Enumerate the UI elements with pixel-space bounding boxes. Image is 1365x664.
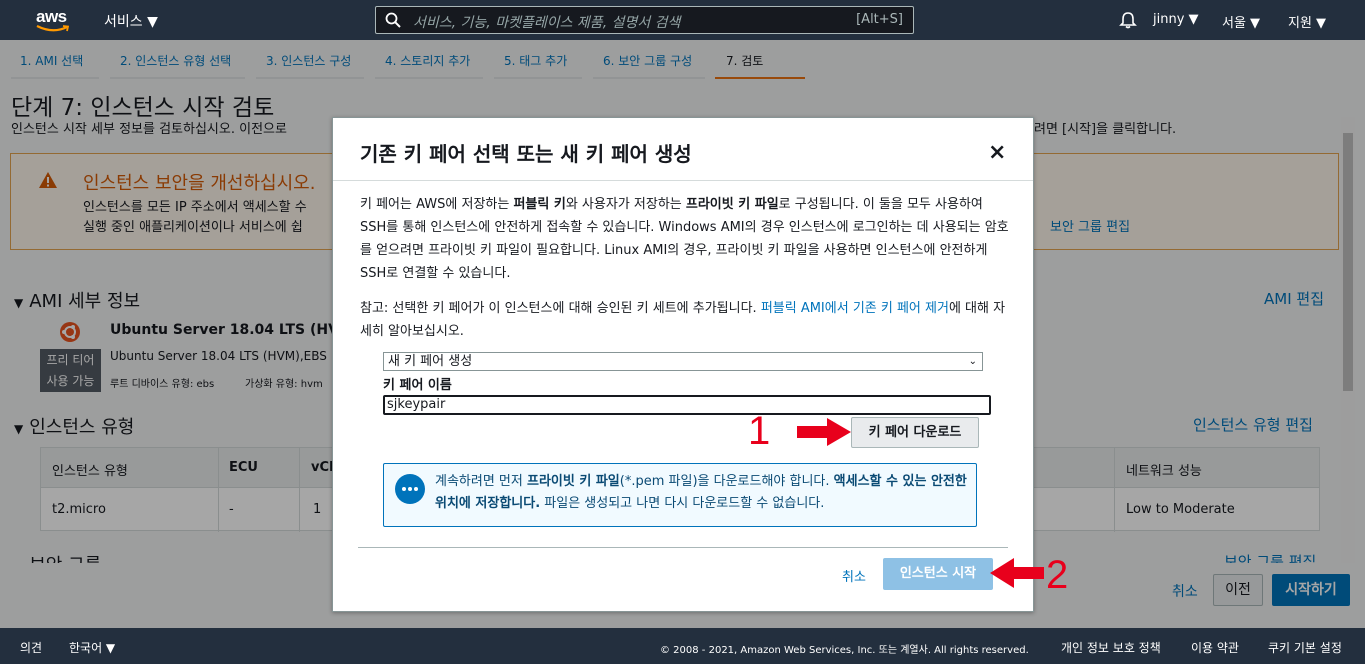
- text-bold: 프라이빗 키 파일: [527, 474, 620, 489]
- key-pair-name-label: 키 페어 이름: [383, 378, 452, 393]
- remove-key-pair-link[interactable]: 퍼블릭 AMI에서 기존 키 페어 제거: [761, 301, 949, 316]
- search-placeholder: 서비스, 기능, 마켓플레이스 제품, 설명서 검색: [413, 15, 681, 31]
- cookie-preferences-link[interactable]: 쿠키 기본 설정: [1268, 639, 1342, 656]
- download-key-pair-button[interactable]: 키 페어 다운로드: [851, 417, 979, 448]
- region-menu[interactable]: 서울 ▼: [1222, 12, 1260, 31]
- bell-icon[interactable]: [1119, 11, 1137, 29]
- footer: 의견 한국어 ▼ © 2008 - 2021, Amazon Web Servi…: [0, 628, 1365, 664]
- annotation-arrow-right-icon: [797, 418, 851, 446]
- chevron-down-icon: ⌄: [968, 356, 977, 367]
- terms-link[interactable]: 이용 약관: [1191, 639, 1239, 656]
- select-value: 새 키 페어 생성: [388, 354, 473, 369]
- text: 파일은 생성되고 나면 다시 다운로드할 수 없습니다.: [540, 496, 825, 511]
- key-pair-description: 키 페어는 AWS에 저장하는 퍼블릭 키와 사용자가 저장하는 프라이빗 키 …: [360, 193, 1010, 285]
- annotation-arrow-left-icon: [990, 558, 1044, 588]
- text: 키 페어는 AWS에 저장하는: [360, 197, 514, 212]
- annotation-number-1: 1: [748, 409, 771, 453]
- dialog-title: 기존 키 페어 선택 또는 새 키 페어 생성: [360, 142, 692, 166]
- divider: [333, 180, 1033, 181]
- key-pair-option-select[interactable]: 새 키 페어 생성 ⌄: [383, 352, 983, 371]
- text: 참고: 선택한 키 페어가 이 인스턴스에 대해 승인된 키 세트에 추가됩니다…: [360, 301, 761, 316]
- feedback-link[interactable]: 의견: [20, 639, 42, 656]
- annotation-number-2: 2: [1046, 553, 1069, 597]
- info-chat-icon: [395, 474, 425, 504]
- privacy-link[interactable]: 개인 정보 보호 정책: [1061, 639, 1161, 656]
- info-text: 계속하려면 먼저 프라이빗 키 파일(*.pem 파일)을 다운로드해야 합니다…: [435, 471, 973, 515]
- text: 계속하려면 먼저: [435, 474, 527, 489]
- key-pair-name-input[interactable]: sjkeypair: [383, 395, 991, 415]
- key-pair-note: 참고: 선택한 키 페어가 이 인스턴스에 대해 승인된 키 세트에 추가됩니다…: [360, 297, 1010, 343]
- aws-logo-text: aws: [36, 7, 67, 26]
- text-bold: 프라이빗 키 파일: [685, 197, 779, 212]
- services-menu[interactable]: 서비스 ▼: [104, 11, 158, 31]
- text: 와 사용자가 저장하는: [565, 197, 686, 212]
- top-navigation: aws 서비스 ▼ 서비스, 기능, 마켓플레이스 제품, 설명서 검색 [Al…: [0, 0, 1365, 40]
- search-icon: [385, 12, 401, 28]
- divider: [358, 547, 1008, 548]
- aws-logo[interactable]: aws: [36, 7, 72, 33]
- launch-instances-button[interactable]: 인스턴스 시작: [883, 558, 993, 590]
- text-bold: 퍼블릭 키: [513, 197, 566, 212]
- close-icon[interactable]: ×: [988, 140, 1006, 165]
- search-shortcut: [Alt+S]: [856, 12, 903, 27]
- search-input[interactable]: 서비스, 기능, 마켓플레이스 제품, 설명서 검색 [Alt+S]: [375, 6, 914, 34]
- dialog-cancel-link[interactable]: 취소: [842, 566, 866, 585]
- info-alert: 계속하려면 먼저 프라이빗 키 파일(*.pem 파일)을 다운로드해야 합니다…: [383, 463, 977, 527]
- copyright: © 2008 - 2021, Amazon Web Services, Inc.…: [660, 645, 1029, 656]
- key-pair-dialog: 기존 키 페어 선택 또는 새 키 페어 생성 × 키 페어는 AWS에 저장하…: [332, 117, 1034, 612]
- language-selector[interactable]: 한국어 ▼: [69, 639, 115, 656]
- aws-smile-icon: [36, 25, 70, 32]
- text: (*.pem 파일)을 다운로드해야 합니다.: [619, 474, 834, 489]
- user-menu[interactable]: jinny ▼: [1153, 12, 1199, 27]
- support-menu[interactable]: 지원 ▼: [1288, 12, 1326, 31]
